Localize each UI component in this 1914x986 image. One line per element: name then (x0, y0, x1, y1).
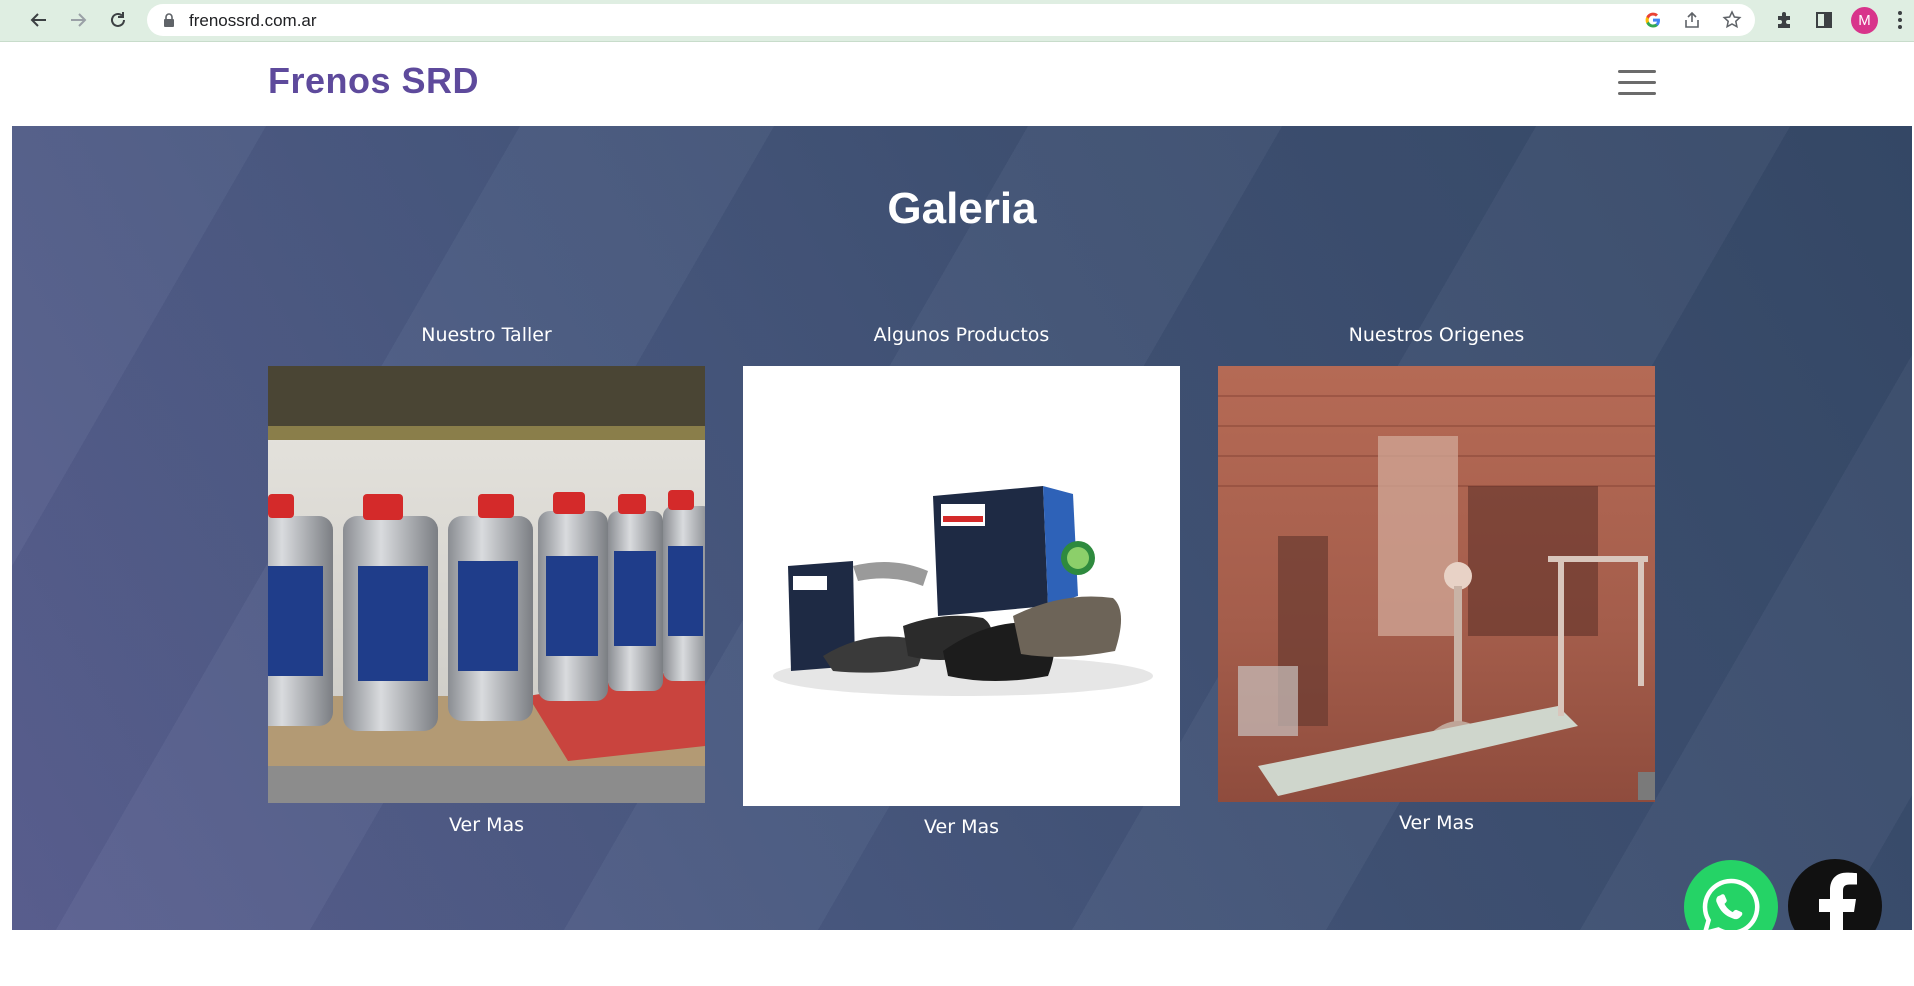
ver-mas-link[interactable]: Ver Mas (1218, 812, 1655, 834)
reload-button[interactable] (104, 6, 132, 34)
forward-button[interactable] (64, 6, 92, 34)
footer-area (0, 930, 1914, 986)
browser-menu-button[interactable] (1890, 6, 1910, 34)
back-arrow-icon (30, 13, 46, 27)
forward-arrow-icon (71, 13, 87, 27)
origenes-photo[interactable] (1218, 366, 1655, 802)
extensions-button[interactable] (1770, 6, 1798, 34)
ver-mas-link[interactable]: Ver Mas (743, 816, 1180, 838)
card-title: Nuestro Taller (421, 324, 552, 346)
profile-avatar[interactable]: M (1851, 7, 1878, 34)
hamburger-menu-button[interactable] (1618, 66, 1658, 98)
card-title: Algunos Productos (873, 324, 1050, 346)
share-icon[interactable] (1683, 11, 1701, 29)
puzzle-icon (1778, 12, 1790, 28)
lock-icon (164, 13, 174, 27)
site-logo[interactable]: Frenos SRD (268, 60, 479, 102)
gallery-title: Galeria (887, 184, 1037, 233)
back-button[interactable] (25, 6, 53, 34)
hamburger-line (1618, 70, 1656, 73)
productos-photo[interactable] (743, 366, 1180, 806)
old-workshop-image (1218, 366, 1655, 802)
browser-toolbar: frenossrd.com.ar M (0, 0, 1914, 42)
hamburger-line (1618, 92, 1656, 95)
address-bar[interactable]: frenossrd.com.ar (147, 4, 1755, 36)
bookmark-star-icon[interactable] (1722, 10, 1742, 30)
side-panel-icon (1816, 12, 1832, 28)
card-title: Nuestros Origenes (1348, 324, 1525, 346)
site-header: Frenos SRD (0, 42, 1914, 126)
kebab-menu-icon (1898, 11, 1902, 29)
gallery-section: Galeria Nuestro Taller Ver Mas Algunos P… (12, 126, 1912, 930)
reload-icon (111, 12, 125, 27)
url-text: frenossrd.com.ar (189, 11, 317, 30)
brake-fluid-bottles-image (268, 366, 705, 803)
ver-mas-link[interactable]: Ver Mas (268, 814, 705, 836)
brake-pads-image (743, 366, 1180, 806)
taller-photo[interactable] (268, 366, 705, 803)
google-icon[interactable] (1644, 11, 1662, 29)
side-panel-button[interactable] (1810, 6, 1838, 34)
hamburger-line (1618, 81, 1656, 84)
